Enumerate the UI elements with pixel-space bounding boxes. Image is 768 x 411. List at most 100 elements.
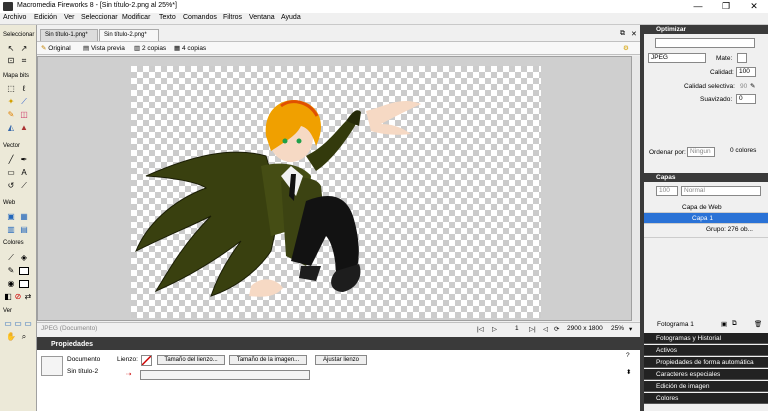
- properties-header[interactable]: Propiedades: [37, 340, 640, 350]
- canvas-size-button[interactable]: Tamaño del lienzo...: [157, 355, 225, 365]
- optimize-preset-dropdown[interactable]: [655, 38, 755, 48]
- vertical-scrollbar[interactable]: [632, 56, 640, 321]
- eraser-icon[interactable]: ◫: [19, 110, 29, 120]
- eyedropper-icon[interactable]: ⟋: [6, 253, 16, 263]
- preview-tab[interactable]: ▤ Vista previa: [83, 44, 125, 52]
- loop-icon[interactable]: ⟳: [554, 325, 559, 333]
- marquee-icon[interactable]: ⬚: [6, 84, 16, 94]
- menu-texto[interactable]: Texto: [159, 14, 176, 21]
- format-dropdown[interactable]: JPEG: [648, 53, 706, 63]
- new-layer-icon[interactable]: ▣: [721, 320, 727, 328]
- swap-colors-icon[interactable]: ⇄: [23, 292, 33, 302]
- quick-export-icon[interactable]: ⚙: [623, 44, 629, 52]
- menu-modificar[interactable]: Modificar: [122, 14, 150, 21]
- layer-opacity[interactable]: 100: [656, 186, 678, 196]
- rectangle-icon[interactable]: ▭: [6, 168, 16, 178]
- zoom-icon[interactable]: ⌕: [19, 332, 29, 342]
- standard-screen-icon[interactable]: ▭: [3, 319, 13, 329]
- knife-icon[interactable]: ⟋: [19, 181, 29, 191]
- optimize-header[interactable]: Optimizar: [644, 25, 768, 34]
- lasso-icon[interactable]: ℓ: [19, 84, 29, 94]
- zoom-dropdown-icon[interactable]: ▾: [629, 325, 632, 333]
- sort-dropdown[interactable]: Ningun: [687, 147, 715, 157]
- fit-canvas-button[interactable]: Ajustar lienzo: [315, 355, 367, 365]
- default-colors-icon[interactable]: ◧: [3, 292, 13, 302]
- pen-icon[interactable]: ✒: [19, 155, 29, 165]
- line-icon[interactable]: ╱: [6, 155, 16, 165]
- menu-edicion[interactable]: Edición: [34, 14, 57, 21]
- subselect-icon[interactable]: ↗: [19, 44, 29, 54]
- doc-close-icon[interactable]: ✕: [631, 30, 637, 38]
- scale-icon[interactable]: ⊡: [6, 56, 16, 66]
- four-up-tab[interactable]: ▦ 4 copias: [174, 44, 206, 52]
- magic-wand-icon[interactable]: ✦: [6, 97, 16, 107]
- menu-ver[interactable]: Ver: [64, 14, 75, 21]
- freeform-icon[interactable]: ↺: [6, 181, 16, 191]
- maximize-icon[interactable]: ❐: [712, 0, 740, 13]
- menu-seleccionar[interactable]: Seleccionar: [81, 14, 118, 21]
- tab-sin-titulo-2[interactable]: Sin título-2.png*: [99, 29, 159, 41]
- panel-colors[interactable]: Colores: [644, 393, 768, 404]
- hotspot-icon[interactable]: ▣: [6, 212, 16, 222]
- canvas-options-dropdown[interactable]: [140, 370, 310, 380]
- stroke-color-icon[interactable]: ✎: [6, 266, 16, 276]
- blur-icon[interactable]: ◭: [6, 123, 16, 133]
- stroke-color-swatch[interactable]: [19, 267, 29, 275]
- paint-bucket-icon[interactable]: ◈: [19, 253, 29, 263]
- slice-icon[interactable]: ▦: [19, 212, 29, 222]
- menu-archivo[interactable]: Archivo: [3, 14, 26, 21]
- close-icon[interactable]: ✕: [740, 0, 768, 13]
- layer-row-group[interactable]: Grupo: 276 ob...: [644, 224, 768, 238]
- first-frame-icon[interactable]: |◁: [477, 325, 484, 333]
- smoothing-dropdown[interactable]: 0: [736, 94, 756, 104]
- two-up-tab[interactable]: ▥ 2 copias: [134, 44, 166, 52]
- play-icon[interactable]: ▷: [492, 325, 497, 333]
- canvas-area[interactable]: [37, 56, 632, 321]
- layers-header[interactable]: Capas: [644, 173, 768, 182]
- menu-filtros[interactable]: Filtros: [223, 14, 242, 21]
- image-size-button[interactable]: Tamaño de la imagen...: [229, 355, 307, 365]
- hide-slices-icon[interactable]: ▥: [6, 225, 16, 235]
- image-canvas[interactable]: [131, 66, 541, 318]
- tab-sin-titulo-1[interactable]: Sin título-1.png*: [40, 29, 98, 41]
- panel-special-characters[interactable]: Caracteres especiales: [644, 369, 768, 380]
- delete-layer-icon[interactable]: 🗑: [754, 320, 762, 328]
- fill-color-icon[interactable]: ◉: [6, 279, 16, 289]
- matte-swatch[interactable]: [737, 53, 747, 63]
- fill-color-swatch[interactable]: [19, 280, 29, 288]
- layer-row-web[interactable]: Capa de Web: [644, 202, 768, 213]
- brush-icon[interactable]: ⟋: [19, 97, 29, 107]
- full-screen-menus-icon[interactable]: ▭: [13, 319, 23, 329]
- pointer-icon[interactable]: ↖: [6, 44, 16, 54]
- doc-restore-icon[interactable]: ⧉: [620, 30, 625, 38]
- original-tab[interactable]: ✎ Original: [41, 44, 71, 52]
- full-screen-icon[interactable]: ▭: [23, 319, 33, 329]
- quality-input[interactable]: 100: [736, 67, 756, 77]
- new-sublayer-icon[interactable]: ⧉: [732, 320, 737, 328]
- panel-image-editing[interactable]: Edición de imagen: [644, 381, 768, 392]
- no-color-icon[interactable]: ⊘: [13, 292, 23, 302]
- panel-auto-shape-properties[interactable]: Propiedades de forma automática: [644, 357, 768, 368]
- hand-icon[interactable]: ✋: [6, 332, 16, 342]
- blend-mode-dropdown[interactable]: Normal: [681, 186, 761, 196]
- expand-icon[interactable]: ⬍: [626, 368, 631, 376]
- panel-frames-history[interactable]: Fotogramas y Historial: [644, 333, 768, 344]
- minimize-icon[interactable]: —: [684, 0, 712, 13]
- canvas-color-swatch[interactable]: [141, 355, 152, 366]
- panel-assets[interactable]: Activos: [644, 345, 768, 356]
- layer-row-capa-1[interactable]: Capa 1: [644, 213, 768, 224]
- menu-ayuda[interactable]: Ayuda: [281, 14, 301, 21]
- show-slices-icon[interactable]: ▤: [19, 225, 29, 235]
- document-name[interactable]: Sin título-2: [67, 368, 98, 375]
- help-icon[interactable]: ?: [626, 352, 630, 359]
- zoom-level[interactable]: 25%: [611, 325, 624, 332]
- pencil-icon[interactable]: ✎: [6, 110, 16, 120]
- text-icon[interactable]: A: [19, 168, 29, 178]
- menu-ventana[interactable]: Ventana: [249, 14, 275, 21]
- next-frame-icon[interactable]: ▷|: [529, 325, 536, 333]
- crop-icon[interactable]: ⌗: [19, 56, 29, 66]
- menu-comandos[interactable]: Comandos: [183, 14, 217, 21]
- edit-icon[interactable]: ✎: [750, 82, 755, 90]
- rubber-stamp-icon[interactable]: ▲: [19, 123, 29, 133]
- prev-frame-icon[interactable]: ◁: [543, 325, 548, 333]
